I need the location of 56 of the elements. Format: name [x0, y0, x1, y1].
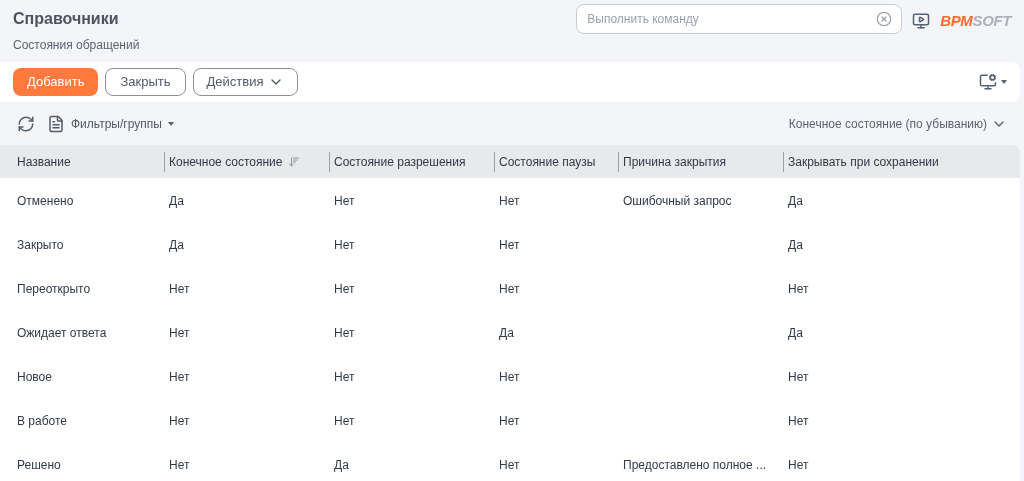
table-cell: Нет — [169, 414, 190, 428]
filters-button[interactable]: Фильтры/группы — [47, 114, 174, 133]
table-cell: Нет — [788, 458, 809, 472]
table-cell: Нет — [169, 458, 190, 472]
table-cell: Нет — [499, 370, 520, 384]
table-cell: Нет — [788, 282, 809, 296]
table-cell: Нет — [169, 282, 190, 296]
table-cell: Решено — [17, 458, 61, 472]
table-cell: Да — [788, 238, 803, 252]
actions-button[interactable]: Действия — [192, 68, 298, 96]
column-header[interactable]: Причина закрытия — [618, 151, 783, 172]
table-cell: Нет — [334, 282, 355, 296]
table-cell: Да — [169, 194, 184, 208]
table-cell: Нет — [499, 238, 520, 252]
table-cell: Нет — [169, 370, 190, 384]
table-cell: Предоставлено полное ... — [623, 458, 767, 472]
table-cell: Ошибочный запрос — [623, 194, 732, 208]
table-cell: Да — [788, 326, 803, 340]
command-field[interactable]: Выполнить команду — [576, 4, 903, 34]
table-cell: Да — [169, 238, 184, 252]
close-button[interactable]: Закрыть — [105, 68, 186, 96]
table-cell: Нет — [334, 414, 355, 428]
table-cell: Нет — [334, 326, 355, 340]
table-cell: Да — [334, 458, 349, 472]
table-cell: Ожидает ответа — [17, 326, 107, 340]
display-settings-icon[interactable] — [979, 73, 997, 91]
table-cell: Нет — [169, 326, 190, 340]
caret-icon[interactable] — [1001, 80, 1007, 84]
table-cell: В работе — [17, 414, 67, 428]
page-title: Справочники — [13, 9, 120, 29]
logo: BPMSOFT — [940, 11, 1011, 31]
table-cell: Нет — [788, 370, 809, 384]
sort-icon — [288, 155, 301, 168]
column-header[interactable]: Состояние паузы — [494, 151, 618, 172]
sort-dropdown[interactable]: Конечное состояние (по убыванию) — [788, 114, 1007, 133]
table-cell: Нет — [788, 414, 809, 428]
table-cell: Переоткрыто — [17, 282, 91, 296]
table-cell: Нет — [499, 194, 520, 208]
table-cell: Нет — [499, 414, 520, 428]
table-cell: Нет — [334, 370, 355, 384]
page-subtitle: Состояния обращений — [13, 37, 140, 54]
table-cell: Нет — [334, 194, 355, 208]
table-cell: Нет — [499, 282, 520, 296]
column-header[interactable]: Название — [0, 151, 164, 172]
column-header[interactable]: Конечное состояние — [164, 151, 329, 172]
column-header[interactable]: Состояние разрешения — [329, 151, 494, 172]
table-cell: Новое — [17, 370, 52, 384]
refresh-icon[interactable] — [17, 114, 35, 133]
column-header[interactable]: Закрывать при сохранении — [783, 151, 1020, 172]
table-cell: Закрыто — [17, 238, 64, 252]
table-cell: Нет — [334, 238, 355, 252]
table-cell: Да — [788, 194, 803, 208]
table-cell: Нет — [499, 458, 520, 472]
document-icon — [47, 114, 65, 133]
table-cell: Да — [499, 326, 514, 340]
table-cell: Отменено — [17, 194, 74, 208]
